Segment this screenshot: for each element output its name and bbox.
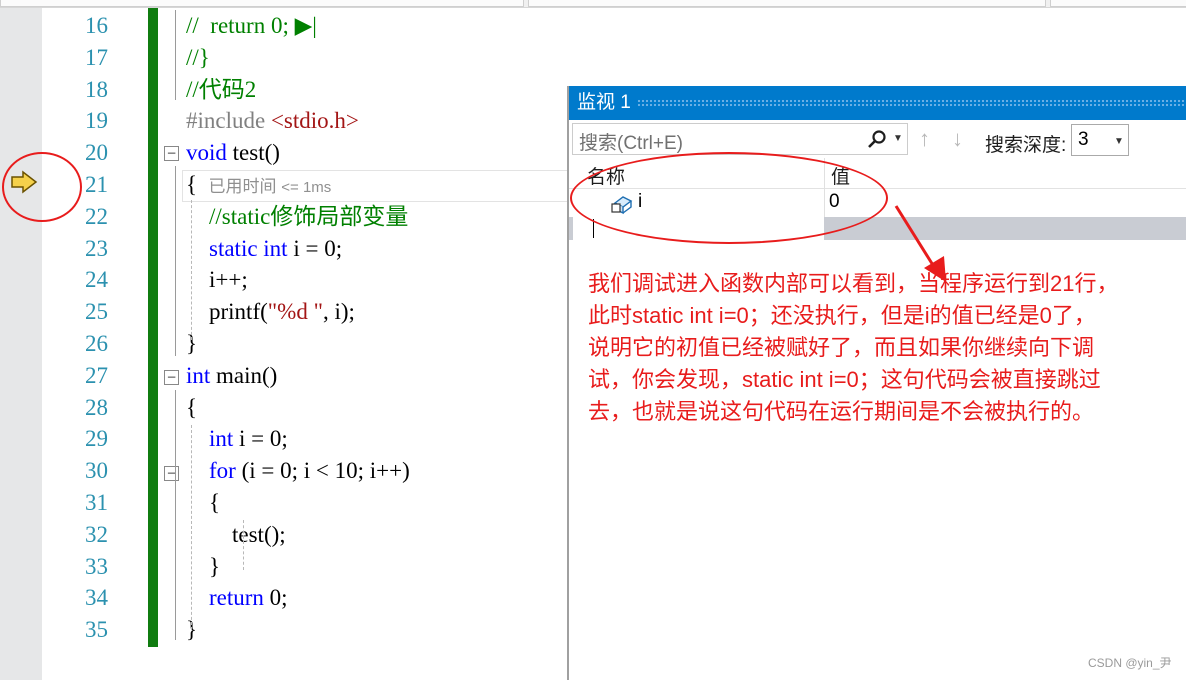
code-line[interactable]: 26} — [0, 328, 560, 360]
annotation-line: 我们调试进入函数内部可以看到，当程序运行到21行， — [588, 271, 1119, 296]
search-depth-value: 3 — [1078, 129, 1089, 150]
code-text[interactable]: //static修饰局部变量 — [186, 201, 408, 233]
annotation-line: 去，也就是说这句代码在运行期间是不会被执行的。 — [588, 399, 1095, 424]
fold-bracket — [175, 166, 176, 356]
annotation-circle-watch — [570, 152, 888, 244]
search-input[interactable]: 搜索(Ctrl+E) — [579, 128, 683, 155]
code-line[interactable]: 30 for (i = 0; i < 10; i++) — [0, 455, 560, 487]
code-text[interactable]: //} — [186, 42, 210, 74]
indent-guide — [243, 520, 244, 570]
tab-segment[interactable] — [528, 0, 1046, 7]
code-line[interactable]: 19 #include <stdio.h> — [0, 105, 560, 137]
code-line[interactable]: 25 printf("%d ", i); — [0, 296, 560, 328]
line-number: 18 — [85, 76, 108, 102]
annotation-text: 我们调试进入函数内部可以看到，当程序运行到21行， 此时static int i=… — [588, 268, 1178, 428]
search-box[interactable]: 搜索(Ctrl+E) ▼ — [572, 123, 908, 155]
watermark: CSDN @yin_尹 — [1088, 656, 1172, 670]
annotation-circle-arrow — [2, 152, 82, 222]
line-number: 19 — [85, 108, 108, 134]
title-grip — [637, 99, 1184, 107]
code-line[interactable]: 35} — [0, 614, 560, 646]
code-line[interactable]: 24 i++; — [0, 264, 560, 296]
code-text[interactable]: void test() — [186, 137, 280, 169]
tab-segment[interactable] — [0, 0, 524, 7]
code-line[interactable]: 27 int main() — [0, 360, 560, 392]
watch-title-bar[interactable]: 监视 1 — [569, 86, 1186, 120]
search-next-icon[interactable]: ↓ — [952, 126, 963, 152]
code-line[interactable]: 29 int i = 0; — [0, 423, 560, 455]
code-text[interactable]: { — [186, 392, 197, 424]
line-number: 34 — [85, 585, 108, 611]
line-number: 31 — [85, 490, 108, 515]
line-number: 32 — [85, 521, 108, 547]
line-number: 23 — [85, 235, 108, 261]
collapse-icon[interactable]: − — [164, 466, 179, 481]
code-text[interactable]: // return 0; ▶| — [186, 10, 317, 42]
line-number: 16 — [85, 13, 108, 38]
code-text[interactable]: return 0; — [186, 582, 288, 614]
search-depth-select[interactable]: 3 ▼ — [1071, 124, 1129, 156]
fold-bracket — [175, 10, 176, 100]
code-line[interactable]: 31 { — [0, 487, 560, 519]
watch-title: 监视 1 — [577, 92, 631, 113]
annotation-line: 此时static int i=0；还没执行，但是i的值已经是0了， — [588, 303, 1096, 328]
search-icon[interactable] — [867, 129, 887, 149]
tab-strip — [0, 0, 1186, 8]
code-line[interactable]: 16 // return 0; ▶| — [0, 10, 560, 42]
line-number: 30 — [85, 458, 108, 484]
line-number: 28 — [85, 394, 108, 420]
search-previous-icon[interactable]: ↑ — [919, 126, 930, 152]
collapse-icon[interactable]: − — [164, 370, 179, 385]
collapse-icon[interactable]: − — [164, 146, 179, 161]
line-number: 25 — [85, 299, 108, 325]
code-line[interactable]: 22 //static修饰局部变量 — [0, 201, 560, 233]
code-text[interactable]: int i = 0; — [186, 423, 288, 455]
code-line[interactable]: 20 void test() — [0, 137, 560, 169]
line-number: 29 — [85, 426, 108, 452]
line-number: 26 — [85, 331, 108, 356]
annotation-line: 试，你会发现，static int i=0；这句代码会被直接跳过 — [588, 367, 1101, 392]
code-line[interactable]: 28 { — [0, 392, 560, 424]
code-text[interactable]: int main() — [186, 360, 277, 392]
code-line[interactable]: 23 static int i = 0; — [0, 233, 560, 265]
line-number: 35 — [85, 617, 108, 643]
tab-segment[interactable] — [1050, 0, 1186, 7]
line-number: 17 — [85, 44, 108, 70]
fold-bracket — [175, 390, 176, 640]
indent-guide — [191, 200, 192, 340]
line-number: 27 — [85, 362, 108, 388]
chevron-down-icon: ▼ — [1114, 136, 1124, 147]
code-text[interactable]: printf("%d ", i); — [186, 296, 355, 328]
code-text[interactable]: //代码2 — [186, 74, 256, 106]
code-text[interactable]: for (i = 0; i < 10; i++) — [186, 455, 410, 487]
search-depth-label: 搜索深度: — [985, 135, 1067, 156]
code-text[interactable]: #include <stdio.h> — [186, 105, 359, 137]
code-text[interactable]: static int i = 0; — [186, 233, 342, 265]
code-line[interactable]: 32 test(); — [0, 519, 560, 551]
chevron-down-icon[interactable]: ▼ — [893, 133, 903, 144]
code-line[interactable]: 34 return 0; — [0, 582, 560, 614]
indent-guide — [191, 425, 192, 630]
code-text[interactable]: i++; — [186, 264, 248, 296]
code-text[interactable]: test(); — [186, 519, 286, 551]
code-line[interactable]: 17 //} — [0, 42, 560, 74]
code-line[interactable]: 18 //代码2 — [0, 74, 560, 106]
line-number: 33 — [85, 553, 108, 579]
current-line-highlight — [182, 170, 569, 202]
annotation-line: 说明它的初值已经被赋好了，而且如果你继续向下调 — [588, 335, 1095, 360]
code-line[interactable]: 33 } — [0, 551, 560, 583]
line-number: 24 — [85, 267, 108, 293]
